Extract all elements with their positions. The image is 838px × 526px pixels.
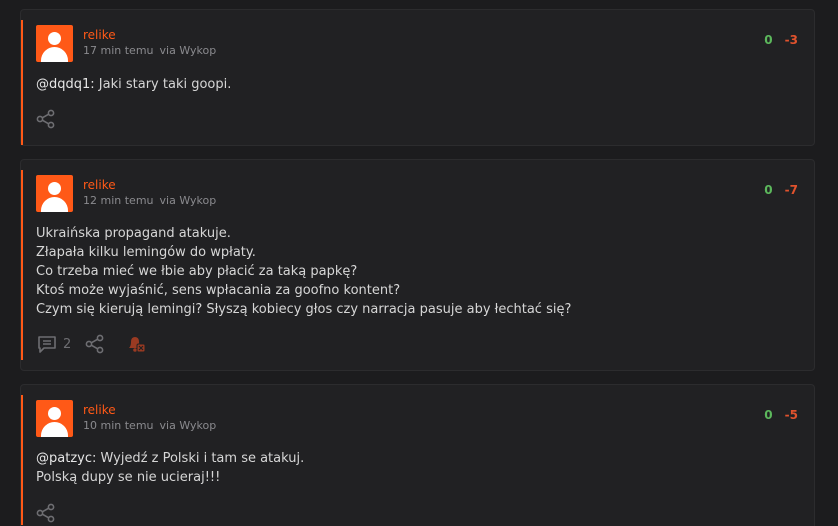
vote-counter: 0 -3 <box>764 33 798 47</box>
entry-text-line: Ktoś może wyjaśnić, sens wpłacania za go… <box>36 283 401 298</box>
user-mention[interactable]: @patzyc: <box>36 451 96 466</box>
entry-actions: 2 <box>36 333 161 355</box>
entry-text-line: Czym się kierują lemingi? Słyszą kobiecy… <box>36 302 572 317</box>
share-button[interactable] <box>36 503 56 523</box>
comments-button[interactable]: 2 <box>36 334 71 354</box>
entry-card: relike 10 min temu via Wykop 0 -5 @patzyc:… <box>20 384 815 526</box>
share-icon <box>36 109 56 129</box>
entry-body: @dqdq1: Jaki stary taki goopi. <box>36 75 231 94</box>
author-name[interactable]: relike <box>83 403 116 417</box>
report-button[interactable] <box>125 334 147 354</box>
accent-bar <box>21 170 23 360</box>
entry-body: Ukraińska propagand atakuje. Złapała kil… <box>36 224 571 319</box>
entry-list: relike 17 min temu via Wykop 0 -3 @dqdq1: … <box>0 0 838 526</box>
share-icon <box>85 334 105 354</box>
avatar[interactable] <box>36 175 73 212</box>
entry-time[interactable]: 10 min temu <box>83 419 154 432</box>
upvote-count[interactable]: 0 <box>764 408 772 422</box>
entry-body: @patzyc: Wyjedź z Polski i tam se atakuj… <box>36 449 304 487</box>
entry-card: relike 17 min temu via Wykop 0 -3 @dqdq1: … <box>20 9 815 146</box>
entry-text-line: Co trzeba mieć we łbie aby płacić za tak… <box>36 264 358 279</box>
report-bell-icon <box>125 334 147 354</box>
avatar[interactable] <box>36 25 73 62</box>
share-button[interactable] <box>36 109 56 129</box>
entry-source: via Wykop <box>159 419 217 432</box>
comments-count: 2 <box>63 336 72 352</box>
accent-bar <box>21 20 23 145</box>
downvote-count[interactable]: -3 <box>785 33 798 47</box>
entry-text: Wyjedź z Polski i tam se atakuj. <box>96 451 305 466</box>
entry-text-line: Ukraińska propagand atakuje. <box>36 226 231 241</box>
entry-source: via Wykop <box>159 44 217 57</box>
downvote-count[interactable]: -7 <box>785 183 798 197</box>
upvote-count[interactable]: 0 <box>764 33 772 47</box>
downvote-count[interactable]: -5 <box>785 408 798 422</box>
avatar[interactable] <box>36 400 73 437</box>
entry-text-line: Polską dupy se nie ucieraj!!! <box>36 470 221 485</box>
entry-meta: 10 min temu via Wykop <box>83 419 216 432</box>
accent-bar <box>21 395 23 525</box>
vote-counter: 0 -7 <box>764 183 798 197</box>
entry-text: Jaki stary taki goopi. <box>94 77 232 92</box>
comments-icon <box>36 334 58 354</box>
entry-time[interactable]: 12 min temu <box>83 194 154 207</box>
share-icon <box>36 503 56 523</box>
author-name[interactable]: relike <box>83 178 116 192</box>
entry-card: relike 12 min temu via Wykop 0 -7 Ukraińsk… <box>20 159 815 371</box>
share-button[interactable] <box>85 334 105 354</box>
entry-meta: 12 min temu via Wykop <box>83 194 216 207</box>
entry-text-line: Złapała kilku lemingów do wpłaty. <box>36 245 256 260</box>
entry-actions <box>36 502 70 524</box>
vote-counter: 0 -5 <box>764 408 798 422</box>
entry-time[interactable]: 17 min temu <box>83 44 154 57</box>
entry-meta: 17 min temu via Wykop <box>83 44 216 57</box>
author-name[interactable]: relike <box>83 28 116 42</box>
entry-source: via Wykop <box>159 194 217 207</box>
upvote-count[interactable]: 0 <box>764 183 772 197</box>
user-mention[interactable]: @dqdq1: <box>36 77 95 92</box>
entry-actions <box>36 108 70 130</box>
